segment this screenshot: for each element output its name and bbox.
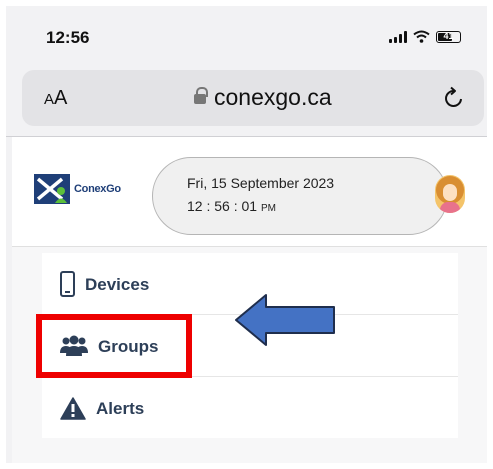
status-icons: 41 [389,30,461,43]
url-text: conexgo.ca [214,84,332,110]
cellular-signal-icon [389,30,407,43]
lock-icon [194,87,208,106]
phone-icon [60,270,75,297]
current-date: Fri, 15 September 2023 [187,175,335,191]
conexgo-logo[interactable]: ConexGo [34,174,121,204]
menu-item-label: Devices [85,274,150,294]
wifi-icon [413,30,430,43]
address-bar[interactable]: AA conexgo.ca [22,70,484,126]
text-size-button[interactable]: AA [44,87,67,110]
pointer-arrow-icon [235,294,335,346]
reload-icon[interactable] [442,86,466,110]
user-avatar[interactable] [435,175,465,213]
screen: 12:56 41 AA conexgo.ca ConexGo Fri, 15 S… [6,6,487,463]
menu-item-label: Alerts [96,399,145,418]
logo-text: ConexGo [74,183,121,195]
highlight-box [36,314,192,378]
menu-item-alerts[interactable]: Alerts [42,377,458,439]
app-header: ConexGo Fri, 15 September 2023 12 : 56 :… [12,137,487,247]
battery-icon: 41 [436,30,461,43]
current-time: 12 : 56 : 01 PM [187,198,276,214]
logo-mark-icon [34,174,70,204]
warning-icon [60,396,86,420]
date-time-display: Fri, 15 September 2023 12 : 56 : 01 PM [152,157,448,235]
battery-level: 41 [443,30,454,41]
url-field[interactable]: conexgo.ca [194,84,332,111]
status-time: 12:56 [46,28,90,47]
